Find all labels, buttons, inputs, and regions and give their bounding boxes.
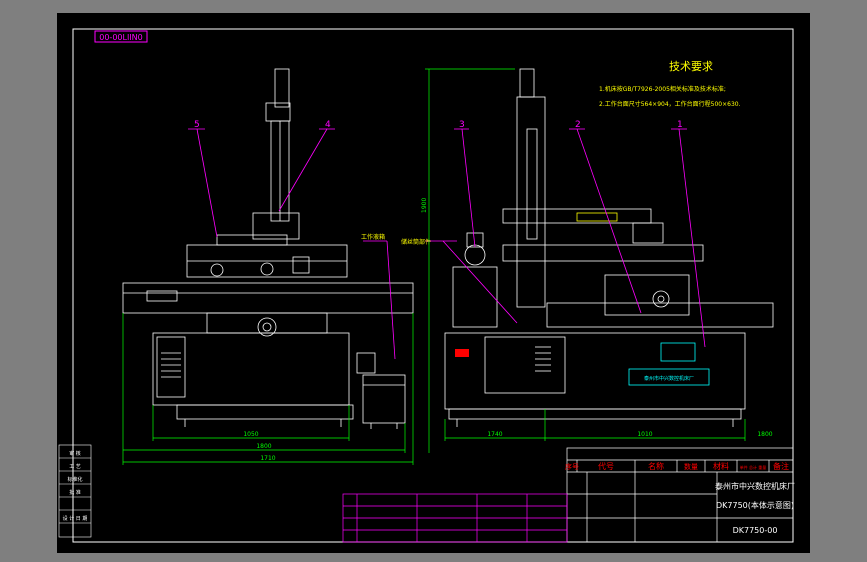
front-knob-box <box>292 256 310 274</box>
tech-line-1: 1.机床按GB/T7926-2005相关标准及技术标准; <box>599 85 726 93</box>
front-dim-3: 1710 <box>260 455 275 462</box>
side-cabinet <box>444 332 746 410</box>
front-liquid-tank <box>362 374 406 424</box>
code-stamp: 00-00LIIN0 <box>99 33 143 42</box>
callout-2: 2 <box>575 120 581 130</box>
tech-title: 技术要求 <box>669 60 713 73</box>
front-cabinet-side <box>156 336 186 398</box>
name-plate-text: 泰州市中兴数控机床厂 <box>644 375 694 382</box>
callout-3a: 3 <box>459 120 465 130</box>
front-table-clamp <box>146 290 178 302</box>
callout-5: 5 <box>194 120 200 130</box>
side-carriage <box>604 274 690 316</box>
tech-line-2: 2.工作台面尺寸564×904，工作台面行程500×630. <box>599 100 741 108</box>
indicator-red <box>455 349 469 357</box>
callout-1: 1 <box>677 120 683 130</box>
left-label-4: 批 准 <box>69 489 81 496</box>
front-cabinet <box>152 332 350 406</box>
th-name: 名称 <box>648 461 664 471</box>
th-material: 材料 <box>713 461 729 471</box>
front-view <box>122 68 414 429</box>
cad-drawing: 00-00LIIN0 5 4 工作液箱 1050 1800 1710 泰州市中兴… <box>58 28 795 543</box>
front-column-head <box>265 102 291 122</box>
front-base <box>176 404 354 420</box>
side-dim-1: 1740 <box>487 431 502 438</box>
tb-drawing-no: DK7750-00 <box>733 526 778 535</box>
front-pump <box>356 352 376 374</box>
control-panel <box>660 342 696 362</box>
front-leaders <box>188 128 396 360</box>
side-wire-head <box>632 222 664 244</box>
front-dim-1: 1050 <box>243 431 258 438</box>
side-column-slot <box>526 128 538 240</box>
tb-company: 泰州市中兴数控机床厂 <box>715 481 795 491</box>
th-remark: 备注 <box>773 461 789 471</box>
left-label-5: 设 计 日 期 <box>63 515 88 522</box>
side-dim-3: 1800 <box>757 431 772 438</box>
left-label-3: 标准化 <box>67 476 82 483</box>
tb-product: DK7750(本体示意图) <box>716 500 794 510</box>
front-handwheel-hub <box>262 322 272 332</box>
callout-4: 4 <box>325 120 331 130</box>
side-column-top <box>519 68 535 98</box>
side-handwheel-hub <box>657 295 665 303</box>
side-lower-arm <box>502 244 704 262</box>
th-code: 代号 <box>598 461 614 471</box>
th-seq: 序号 <box>565 462 579 471</box>
th-weight: 单件 总计 重量 <box>740 464 767 470</box>
front-column-top <box>274 68 290 108</box>
front-table <box>122 282 414 314</box>
side-column <box>516 96 546 308</box>
drawing-sheet: 00-00LIIN0 5 4 工作液箱 1050 1800 1710 泰州市中兴… <box>57 13 810 553</box>
side-arm-plate <box>576 212 618 222</box>
th-qty: 数量 <box>684 462 698 471</box>
side-dim-2: 1010 <box>637 431 652 438</box>
side-view <box>444 68 774 427</box>
front-wheel-left <box>210 263 224 277</box>
front-wheel-mid <box>260 262 274 276</box>
label-liquid-tank: 工作液箱 <box>361 233 385 241</box>
front-vent <box>161 352 181 378</box>
front-arm-beam <box>216 234 288 246</box>
side-drum-wheel <box>464 244 486 266</box>
left-label-1: 审 核 <box>69 450 81 457</box>
side-handwheel <box>652 290 670 308</box>
vertical-dim: 1900 <box>421 198 428 213</box>
front-dim-2: 1800 <box>256 443 271 450</box>
side-vent <box>535 346 551 372</box>
side-base <box>448 408 742 420</box>
left-label-2: 工 艺 <box>69 464 81 470</box>
label-wire-drum: 储丝筒部件 <box>401 238 431 246</box>
lower-table-lines <box>342 493 568 543</box>
side-cabinet-door <box>484 336 566 394</box>
